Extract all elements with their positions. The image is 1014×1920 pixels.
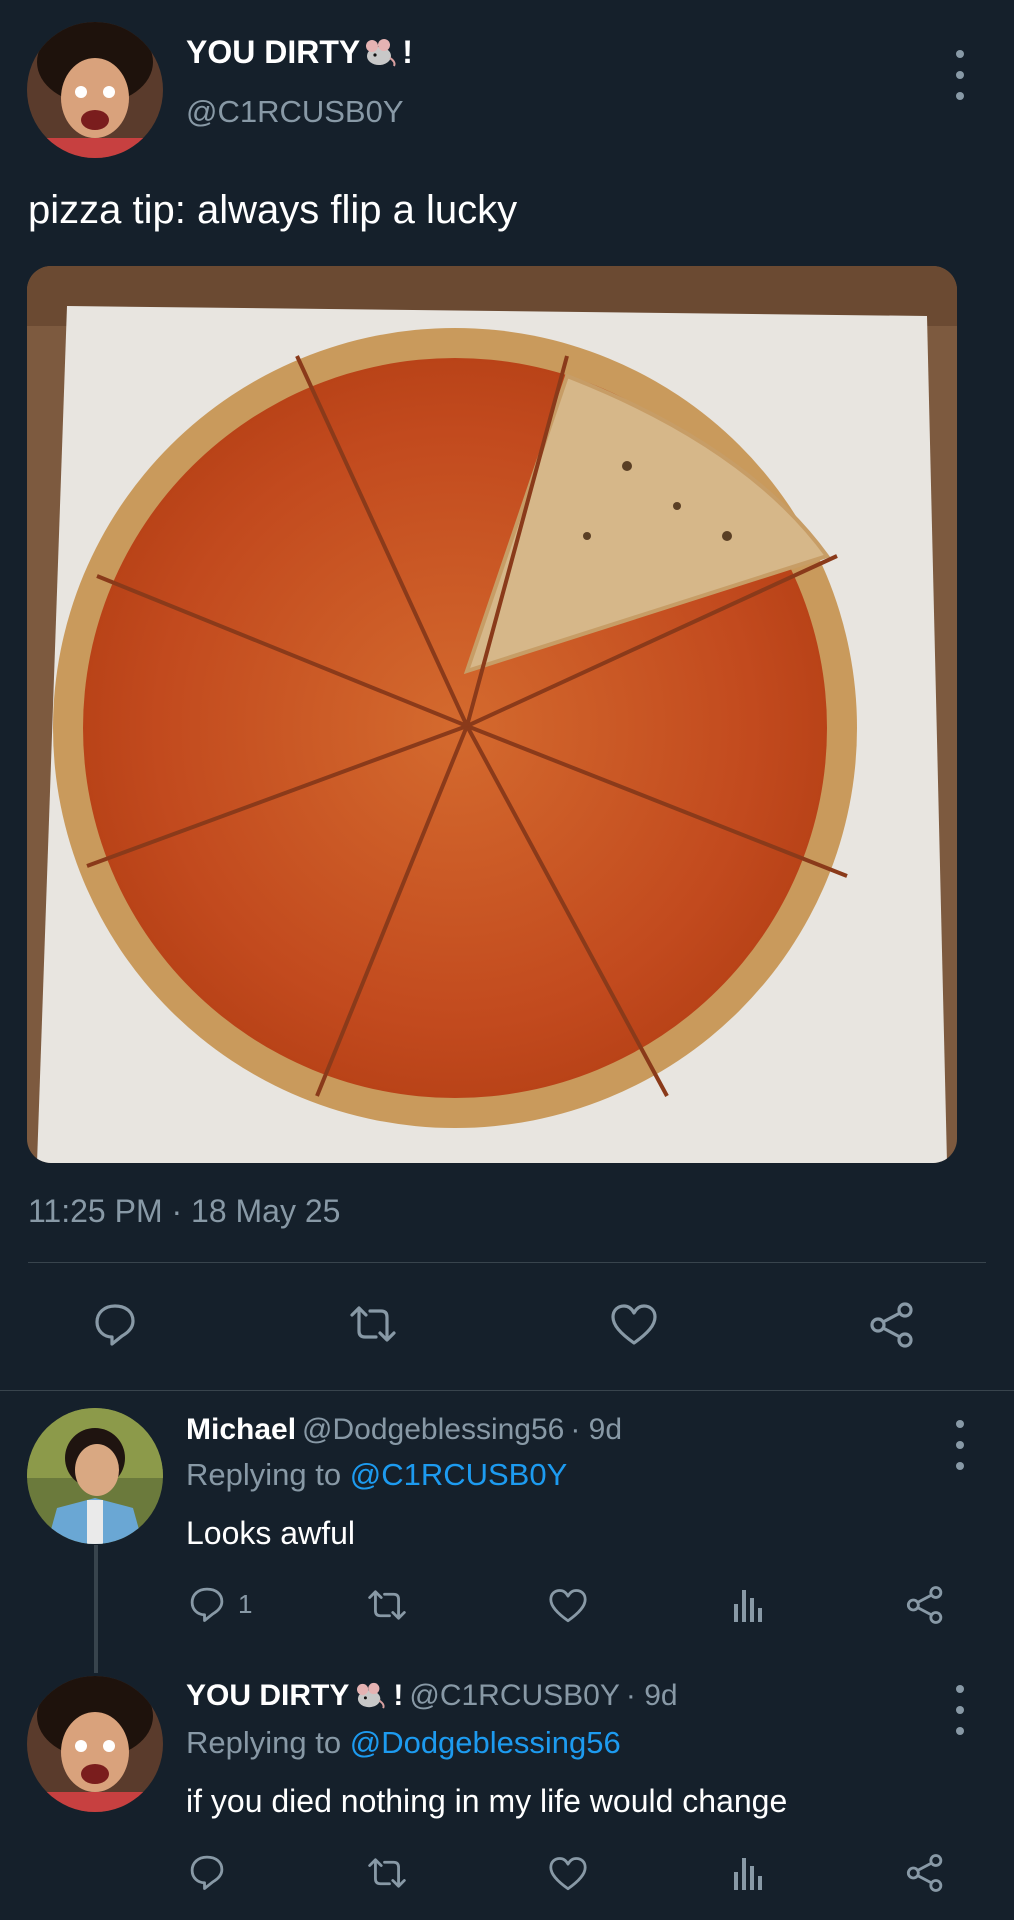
- reply-count: 1: [238, 1588, 253, 1619]
- reply-header: Michael @Dodgeblessing56 · 9d: [186, 1413, 622, 1447]
- retweet-icon[interactable]: [366, 1586, 408, 1629]
- reply-text: Looks awful: [186, 1515, 355, 1551]
- reply-count-group[interactable]: 1: [188, 1585, 252, 1623]
- reply-author-name[interactable]: YOU DIRTY: [186, 1679, 349, 1713]
- share-icon[interactable]: [868, 1301, 916, 1354]
- replying-to: Replying to @C1RCUSB0Y: [186, 1457, 567, 1493]
- replying-prefix: Replying to: [186, 1725, 342, 1760]
- mouse-emoji-icon: [357, 1682, 385, 1709]
- share-icon[interactable]: [905, 1585, 945, 1630]
- reply-avatar-author[interactable]: [27, 1676, 163, 1812]
- reply-icon[interactable]: [188, 1853, 226, 1896]
- tweet-text: pizza tip: always flip a lucky: [28, 188, 518, 232]
- mouse-emoji-icon: [366, 38, 396, 66]
- reply-age: · 9d: [570, 1413, 623, 1446]
- reply-text: if you died nothing in my life would cha…: [186, 1783, 788, 1819]
- analytics-icon[interactable]: [732, 1586, 764, 1629]
- tweet-timestamp: 11:25 PM · 18 May 25: [28, 1193, 341, 1229]
- like-icon[interactable]: [548, 1588, 588, 1629]
- author-name-suffix: !: [402, 34, 413, 70]
- retweet-icon[interactable]: [366, 1854, 408, 1897]
- author-name[interactable]: YOU DIRTY !: [186, 34, 413, 71]
- divider: [28, 1262, 986, 1263]
- share-icon[interactable]: [905, 1853, 945, 1898]
- reply-author-handle[interactable]: @Dodgeblessing56: [302, 1413, 564, 1447]
- retweet-icon[interactable]: [348, 1301, 398, 1352]
- reply-icon[interactable]: [92, 1301, 138, 1352]
- replying-to: Replying to @Dodgeblessing56: [186, 1725, 621, 1761]
- reply-author-handle[interactable]: @C1RCUSB0Y: [409, 1679, 620, 1713]
- main-tweet: YOU DIRTY ! @C1RCUSB0Y pizza tip: always…: [0, 0, 1014, 1391]
- like-icon[interactable]: [610, 1303, 658, 1352]
- more-options-icon[interactable]: [948, 1685, 972, 1735]
- reply-author-name[interactable]: Michael: [186, 1413, 296, 1447]
- author-name-text: YOU DIRTY: [186, 34, 361, 70]
- author-avatar[interactable]: [27, 22, 163, 158]
- replying-prefix: Replying to: [186, 1457, 342, 1492]
- reply-header: YOU DIRTY ! @C1RCUSB0Y · 9d: [186, 1679, 678, 1713]
- reply-author-name-suffix: !: [393, 1679, 404, 1712]
- more-options-icon[interactable]: [948, 50, 972, 100]
- reply-avatar-michael[interactable]: [27, 1408, 163, 1544]
- thread-connector: [94, 1545, 98, 1673]
- author-handle[interactable]: @C1RCUSB0Y: [186, 94, 404, 130]
- tweet-photo[interactable]: [27, 266, 957, 1163]
- reply-icon[interactable]: [188, 1585, 226, 1623]
- analytics-icon[interactable]: [732, 1854, 764, 1897]
- reply-age: · 9d: [625, 1679, 678, 1712]
- replying-to-link[interactable]: @Dodgeblessing56: [350, 1725, 621, 1760]
- more-options-icon[interactable]: [948, 1420, 972, 1470]
- replying-to-link[interactable]: @C1RCUSB0Y: [350, 1457, 568, 1492]
- like-icon[interactable]: [548, 1856, 588, 1897]
- divider: [0, 1390, 1014, 1391]
